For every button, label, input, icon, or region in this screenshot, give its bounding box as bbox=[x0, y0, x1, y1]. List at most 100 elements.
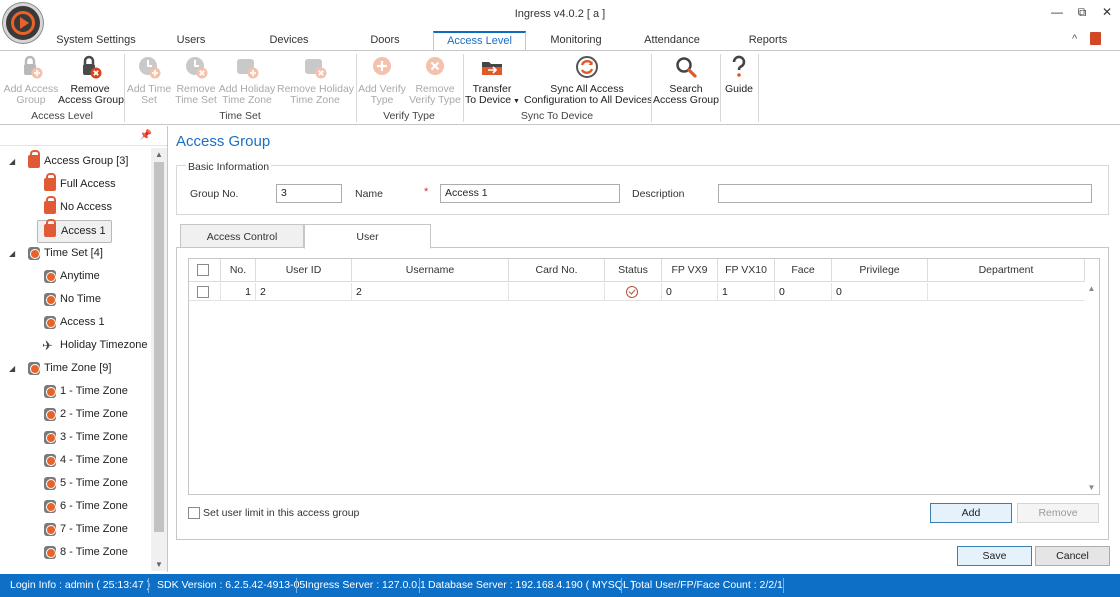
group-label-time-set: Time Set bbox=[219, 110, 261, 122]
collapse-arrow-icon[interactable]: ◢ bbox=[9, 151, 15, 172]
select-all-checkbox[interactable] bbox=[197, 264, 209, 276]
save-button[interactable]: Save bbox=[957, 546, 1032, 566]
pin-icon[interactable]: 📌 bbox=[140, 130, 152, 141]
add-holiday-timezone-button[interactable]: Add Holiday Time Zone bbox=[218, 54, 276, 106]
clock-icon bbox=[44, 500, 56, 513]
search-icon bbox=[676, 57, 697, 78]
cell-username[interactable]: 2 bbox=[352, 283, 509, 301]
tab-user[interactable]: User bbox=[304, 224, 431, 249]
database-server: Database Server : 192.168.4.190 ( MYSQL … bbox=[428, 579, 635, 591]
clock-icon bbox=[44, 477, 56, 490]
add-clock-icon bbox=[139, 57, 161, 79]
office-icon[interactable] bbox=[1090, 32, 1101, 45]
scroll-up-icon[interactable]: ▲ bbox=[1084, 284, 1099, 293]
scroll-down-icon[interactable]: ▼ bbox=[1084, 483, 1099, 492]
cancel-button[interactable]: Cancel bbox=[1035, 546, 1110, 566]
cell-user-id[interactable]: 2 bbox=[256, 283, 352, 301]
remove-holiday-icon bbox=[305, 59, 327, 79]
ribbon-separator bbox=[758, 54, 759, 122]
add-verify-type-button[interactable]: Add Verify Type bbox=[357, 54, 407, 106]
close-button[interactable]: ✕ bbox=[1098, 4, 1116, 20]
ingress-server: Ingress Server : 127.0.0.1 bbox=[305, 579, 426, 591]
cell-fp-vx10[interactable]: 1 bbox=[718, 283, 775, 301]
add-time-set-button[interactable]: Add Time Set bbox=[124, 54, 174, 106]
title-bar: Ingress v4.0.2 [ a ] — ⧉ ✕ bbox=[0, 0, 1120, 31]
remove-verify-type-button[interactable]: Remove Verify Type bbox=[408, 54, 462, 106]
clock-icon bbox=[44, 316, 56, 329]
column-header-status[interactable]: Status bbox=[605, 259, 662, 282]
column-header-face[interactable]: Face bbox=[775, 259, 832, 282]
scroll-up-icon[interactable]: ▲ bbox=[151, 150, 167, 159]
restore-button[interactable]: ⧉ bbox=[1073, 4, 1091, 20]
remove-button[interactable]: Remove bbox=[1017, 503, 1099, 523]
clock-icon bbox=[44, 454, 56, 467]
remove-access-group-button[interactable]: Remove Access Group bbox=[58, 54, 124, 106]
page-title: Access Group bbox=[176, 133, 271, 150]
tree-scrollbar[interactable]: ▲ ▼ bbox=[151, 148, 167, 571]
remove-lock-icon bbox=[83, 55, 102, 79]
group-no-field[interactable]: 3 bbox=[276, 184, 342, 203]
tab-doors[interactable]: Doors bbox=[356, 31, 414, 50]
cell-department[interactable] bbox=[928, 283, 1085, 301]
column-header-fp-vx9[interactable]: FP VX9 bbox=[662, 259, 718, 282]
status-check-icon bbox=[626, 286, 638, 298]
sync-icon bbox=[576, 56, 598, 78]
add-button[interactable]: Add bbox=[930, 503, 1012, 523]
tab-reports[interactable]: Reports bbox=[742, 31, 794, 50]
column-header-username[interactable]: Username bbox=[352, 259, 509, 282]
grid-scrollbar[interactable]: ▲ ▼ bbox=[1084, 282, 1099, 494]
column-header-user-id[interactable]: User ID bbox=[256, 259, 352, 282]
app-logo-icon[interactable] bbox=[3, 3, 43, 43]
ribbon-toolbar: Add Access Group Remove Access Group Acc… bbox=[0, 50, 1120, 125]
status-separator bbox=[419, 578, 420, 593]
cell-face[interactable]: 0 bbox=[775, 283, 832, 301]
clock-icon bbox=[44, 408, 56, 421]
column-header-no[interactable]: No. bbox=[221, 259, 256, 282]
remove-verify-icon bbox=[426, 57, 444, 75]
user-limit-checkbox[interactable] bbox=[188, 507, 200, 519]
transfer-to-device-button[interactable]: Transfer To Device ▼ bbox=[465, 54, 520, 107]
tab-system-settings[interactable]: System Settings bbox=[50, 31, 142, 50]
search-access-group-button[interactable]: Search Access Group bbox=[653, 54, 719, 106]
add-lock-icon bbox=[24, 55, 43, 79]
cell-fp-vx9[interactable]: 0 bbox=[662, 283, 718, 301]
user-grid: No. User ID Username Card No. Status FP … bbox=[188, 258, 1100, 495]
tab-users[interactable]: Users bbox=[160, 31, 222, 50]
remove-holiday-timezone-button[interactable]: Remove Holiday Time Zone bbox=[277, 54, 354, 106]
tab-monitoring[interactable]: Monitoring bbox=[540, 31, 612, 50]
tab-access-control[interactable]: Access Control bbox=[180, 224, 304, 248]
cell-privilege[interactable]: 0 bbox=[832, 283, 928, 301]
tab-access-level[interactable]: Access Level bbox=[433, 31, 526, 51]
clock-icon bbox=[28, 247, 40, 260]
clock-icon bbox=[44, 385, 56, 398]
user-limit-label: Set user limit in this access group bbox=[203, 507, 360, 519]
collapse-arrow-icon[interactable]: ◢ bbox=[9, 358, 15, 379]
column-header-department[interactable]: Department bbox=[928, 259, 1085, 282]
minimize-button[interactable]: — bbox=[1048, 4, 1066, 20]
status-separator bbox=[148, 578, 149, 593]
scroll-down-icon[interactable]: ▼ bbox=[151, 560, 167, 569]
sync-all-access-button[interactable]: Sync All Access Configuration to All Dev… bbox=[524, 54, 652, 106]
guide-button[interactable]: Guide bbox=[721, 54, 757, 95]
status-separator bbox=[783, 578, 784, 593]
collapse-ribbon-icon[interactable]: ^ bbox=[1072, 33, 1077, 45]
collapse-arrow-icon[interactable]: ◢ bbox=[9, 243, 15, 264]
description-label: Description bbox=[632, 188, 685, 200]
add-holiday-icon bbox=[237, 59, 259, 79]
ribbon-tabs: System Settings Users Devices Doors Acce… bbox=[0, 31, 1120, 51]
column-header-card-no[interactable]: Card No. bbox=[509, 259, 605, 282]
column-header-fp-vx10[interactable]: FP VX10 bbox=[718, 259, 775, 282]
remove-time-set-button[interactable]: Remove Time Set bbox=[174, 54, 218, 106]
basic-information-legend: Basic Information bbox=[186, 161, 272, 173]
column-header-privilege[interactable]: Privilege bbox=[832, 259, 928, 282]
row-checkbox[interactable] bbox=[197, 286, 209, 298]
tab-attendance[interactable]: Attendance bbox=[636, 31, 708, 50]
name-field[interactable]: Access 1 bbox=[440, 184, 620, 203]
status-bar: Login Info : admin ( 25:13:47 ) SDK Vers… bbox=[0, 574, 1120, 597]
add-access-group-button[interactable]: Add Access Group bbox=[3, 54, 59, 106]
description-field[interactable] bbox=[718, 184, 1092, 203]
cell-no[interactable]: 1 bbox=[221, 283, 256, 301]
cell-card-no[interactable] bbox=[509, 283, 605, 301]
tab-devices[interactable]: Devices bbox=[258, 31, 320, 50]
scrollbar-thumb[interactable] bbox=[154, 162, 164, 532]
